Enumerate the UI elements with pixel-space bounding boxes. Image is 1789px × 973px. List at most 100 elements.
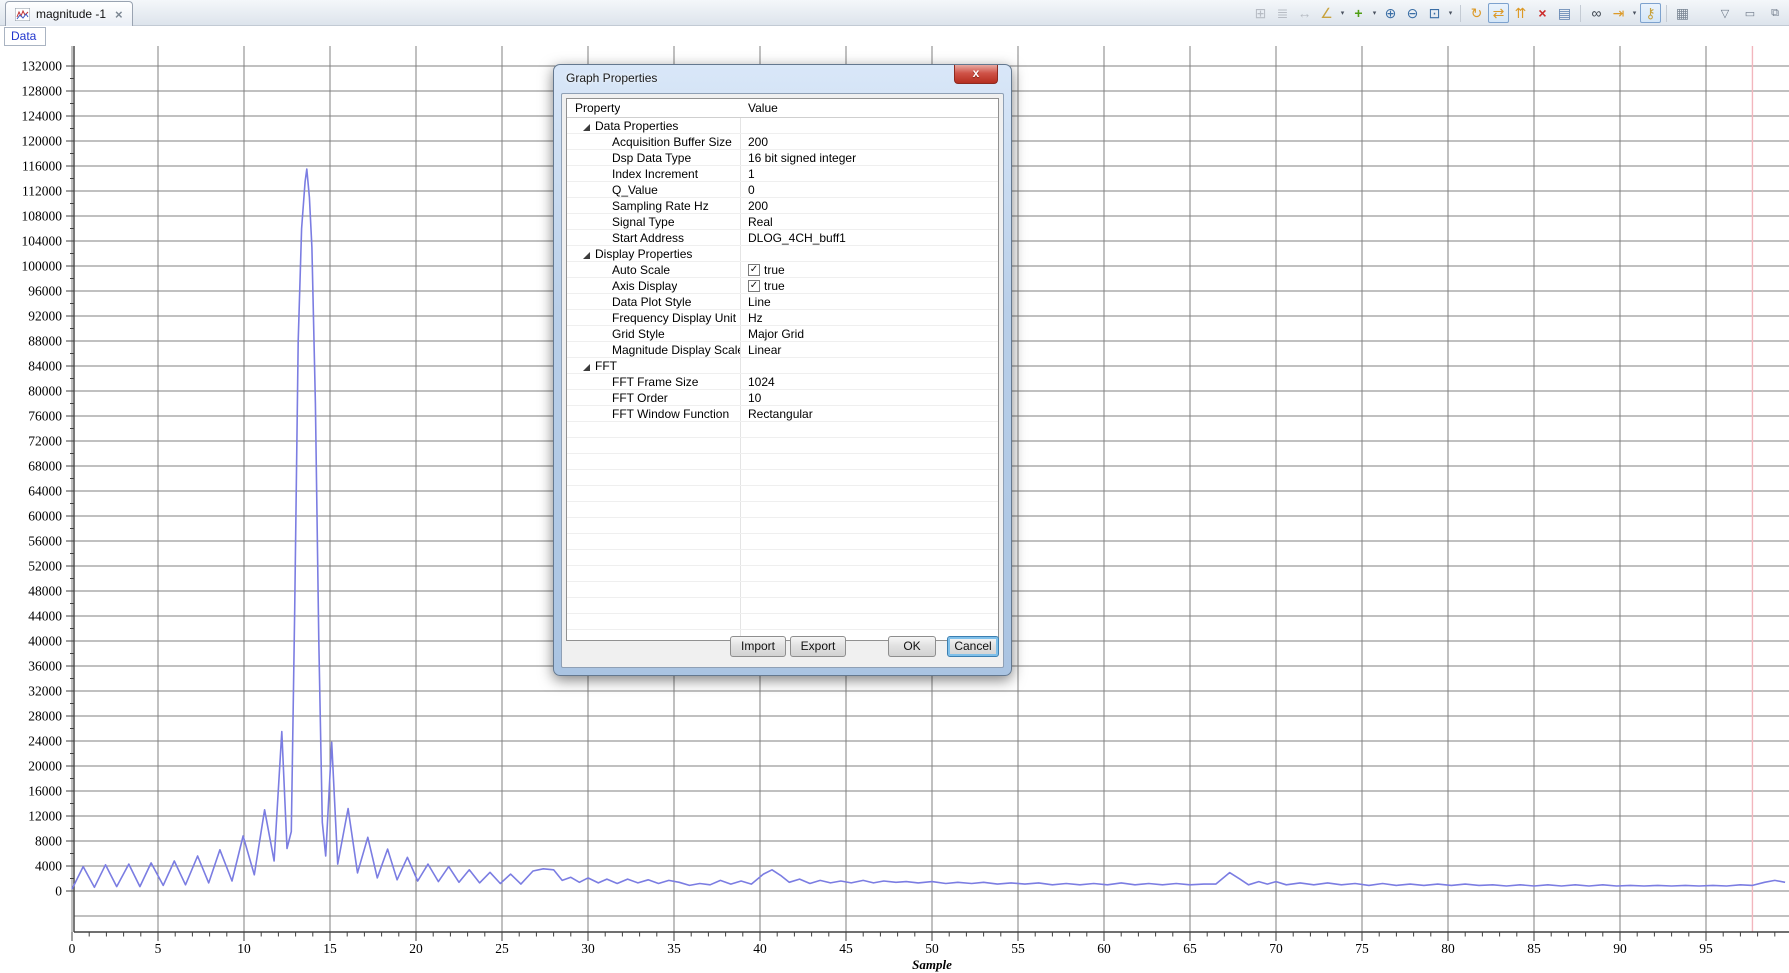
cancel-button[interactable]: Cancel [947,636,999,657]
empty-row [567,534,998,550]
tab-close-icon[interactable]: × [115,7,123,22]
column-header-property: Property [575,101,621,115]
dialog-close-button[interactable]: x [954,65,998,84]
property-value[interactable]: 200 [748,199,768,213]
restore-icon[interactable]: ⧉ [1767,3,1783,23]
expander-triangle-icon[interactable] [583,124,590,131]
property-label: Grid Style [612,326,665,341]
fit-width-icon[interactable]: ↔ [1294,3,1315,23]
property-row[interactable]: Index Increment 1 [567,166,998,182]
tab-title: magnitude -1 [36,7,107,21]
property-row[interactable]: FFT Frame Size 1024 [567,374,998,390]
property-value[interactable]: 10 [748,391,761,405]
property-row[interactable]: Frequency Display Unit Hz [567,310,998,326]
property-row[interactable]: FFT Order 10 [567,390,998,406]
y-tick-label: 96000 [28,284,62,299]
property-value[interactable]: Rectangular [748,407,813,421]
y-tick-label: 88000 [28,334,62,349]
property-row[interactable]: Grid Style Major Grid [567,326,998,342]
export-button[interactable]: Export [790,636,846,657]
lock-scale-icon[interactable]: ⚷ [1640,3,1661,23]
property-value[interactable]: ✓ true [748,263,785,277]
graph-properties-icon[interactable]: ▤ [1554,3,1575,23]
add-graph-icon-dropdown[interactable]: ▾ [1370,9,1379,17]
reset-view-icon[interactable]: ⊞ [1250,3,1271,23]
value-text: Real [748,214,773,229]
property-value[interactable]: 1 [748,167,755,181]
expander-triangle-icon[interactable] [583,252,590,259]
property-value[interactable]: Major Grid [748,327,804,341]
view-list-icon[interactable]: ▦ [1672,3,1693,23]
add-graph-icon[interactable]: + [1348,3,1369,23]
property-row[interactable]: Magnitude Display Scale Linear [567,342,998,358]
y-tick-label: 56000 [28,534,62,549]
zoom-out-icon[interactable]: ⊖ [1402,3,1423,23]
property-table: Property Value Data Properties Acquisition … [566,98,999,641]
align-center-icon[interactable]: ≣ [1272,3,1293,23]
measure-icon[interactable]: ∠ [1316,3,1337,23]
refresh-icon[interactable]: ↻ [1466,3,1487,23]
remove-graph-icon[interactable]: × [1532,3,1553,23]
property-label: Data Plot Style [612,294,692,309]
view-menu-chevron-icon[interactable]: ▽ [1717,3,1733,23]
continuous-refresh-icon[interactable]: ⇈ [1510,3,1531,23]
step-forward-icon-dropdown[interactable]: ▾ [1630,9,1639,17]
property-value[interactable]: Real [748,215,773,229]
minimize-icon[interactable]: ▭ [1742,3,1758,23]
property-row[interactable]: FFT [567,358,998,374]
expander-triangle-icon[interactable] [583,364,590,371]
step-forward-icon[interactable]: ⇥ [1608,3,1629,23]
property-value[interactable]: 0 [748,183,755,197]
property-value[interactable]: ✓ true [748,279,785,293]
value-text: true [764,278,785,293]
zoom-region-icon[interactable]: ⊡ [1424,3,1445,23]
property-row[interactable]: Acquisition Buffer Size 200 [567,134,998,150]
property-label: Dsp Data Type [612,150,692,165]
watch-data-icon[interactable]: ∞ [1586,3,1607,23]
tab-magnitude[interactable]: magnitude -1 × [5,1,133,26]
property-value[interactable]: Linear [748,343,781,357]
value-text: Hz [748,310,763,325]
empty-row [567,502,998,518]
property-row[interactable]: Data Plot Style Line [567,294,998,310]
property-value[interactable]: 200 [748,135,768,149]
value-text: 200 [748,198,769,213]
y-tick-label: 0 [55,884,62,899]
property-row[interactable]: Auto Scale ✓ true [567,262,998,278]
checkbox[interactable]: ✓ [748,263,760,276]
graph-properties-dialog[interactable]: Graph Properties x Property Value Data Pro… [553,64,1012,676]
import-button[interactable]: Import [730,636,786,657]
property-value[interactable]: 1024 [748,375,775,389]
property-value[interactable]: Hz [748,311,763,325]
property-row[interactable]: Dsp Data Type 16 bit signed integer [567,150,998,166]
property-value[interactable]: DLOG_4CH_buff1 [748,231,846,245]
empty-row [567,438,998,454]
property-row[interactable]: Display Properties [567,246,998,262]
zoom-in-icon[interactable]: ⊕ [1380,3,1401,23]
property-row[interactable]: FFT Window Function Rectangular [567,406,998,422]
property-row[interactable]: Q_Value 0 [567,182,998,198]
measure-icon-dropdown[interactable]: ▾ [1338,9,1347,17]
y-tick-label: 60000 [28,509,62,524]
swap-axes-icon[interactable]: ⇄ [1488,3,1509,23]
property-row[interactable]: Data Properties [567,118,998,134]
value-text: 200 [748,134,769,149]
y-tick-label: 36000 [28,659,62,674]
column-header-value: Value [748,101,778,115]
checkbox[interactable]: ✓ [748,279,760,292]
ok-button[interactable]: OK [888,636,936,657]
y-tick-label: 112000 [22,184,62,199]
value-text: Rectangular [748,406,813,421]
zoom-region-icon-dropdown[interactable]: ▾ [1446,9,1455,17]
property-row[interactable]: Start Address DLOG_4CH_buff1 [567,230,998,246]
x-tick-label: 50 [925,941,939,956]
x-tick-label: 85 [1527,941,1541,956]
property-row[interactable]: Sampling Rate Hz 200 [567,198,998,214]
waveform-icon [15,7,30,21]
property-value[interactable]: 16 bit signed integer [748,151,856,165]
view-tab-bar: magnitude -1 × ⊞ ≣ ↔ ∠ ▾ + ▾ ⊕ ⊖ ⊡ ▾ ↻ ⇄ ⇈ × ▤ ∞ ⇥ ▾ ⚷ ▦ ▽ ▭ ⧉ [0,0,1789,26]
y-tick-label: 64000 [28,484,62,499]
property-row[interactable]: Axis Display ✓ true [567,278,998,294]
property-row[interactable]: Signal Type Real [567,214,998,230]
property-value[interactable]: Line [748,295,771,309]
